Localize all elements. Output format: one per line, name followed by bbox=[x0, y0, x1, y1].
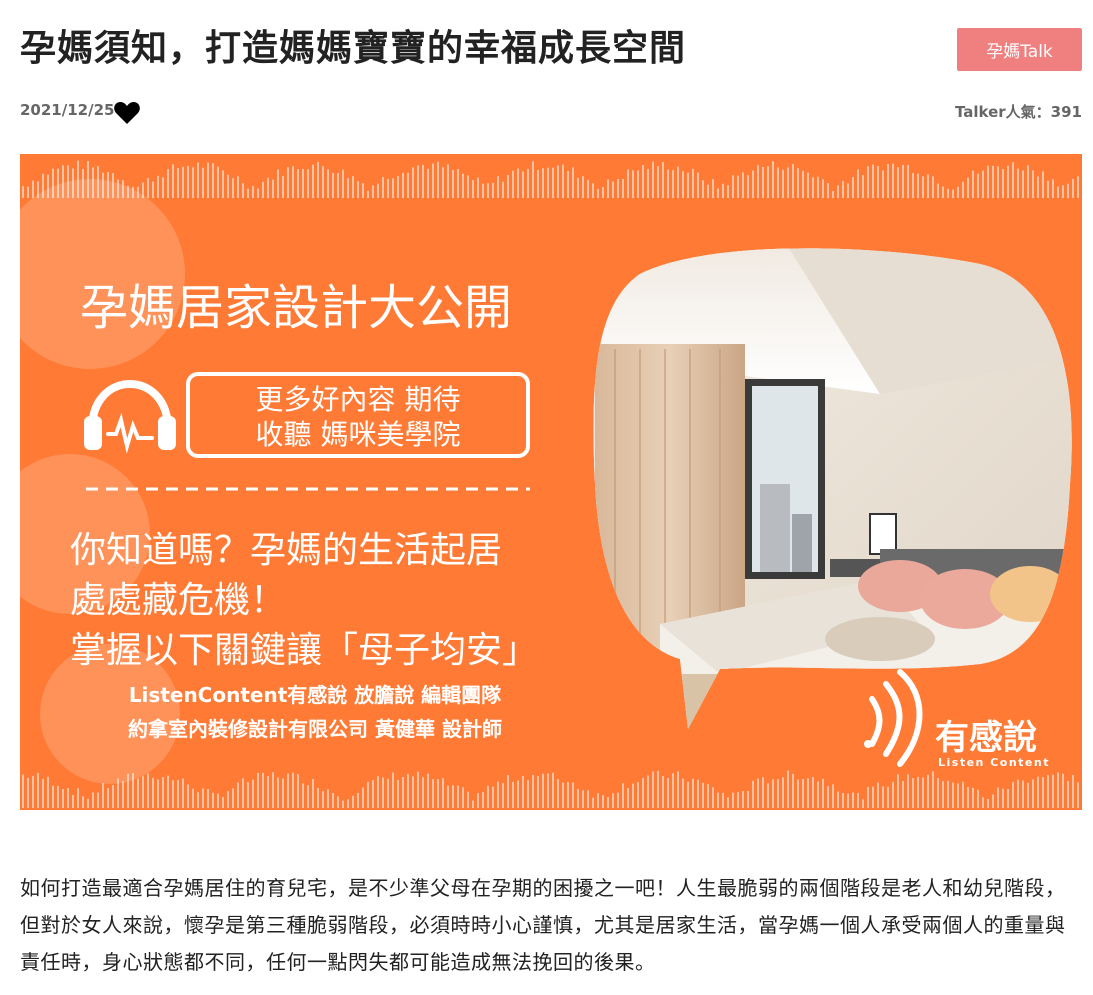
logo-text: 有感說 bbox=[935, 718, 1037, 758]
banner-credit-line-2: 約拿室內裝修設計有限公司 黃健華 設計師 bbox=[128, 717, 502, 741]
banner-credit-line-1: ListenContent有感說 放膽說 編輯團隊 bbox=[129, 683, 502, 707]
logo-subtitle: Listen Content bbox=[938, 756, 1050, 769]
category-tag-button[interactable]: 孕媽Talk bbox=[957, 28, 1082, 71]
article-date: 2021/12/25 bbox=[20, 101, 115, 119]
article-banner-image: 孕媽居家設計大公開 更多好內容 期待 收聽 媽咪美學院 你知道嗎？孕媽的生活起居… bbox=[20, 154, 1082, 810]
article-body-paragraph: 如何打造最適合孕媽居住的育兒宅，是不少準父母在孕期的困擾之一吧！人生最脆弱的兩個… bbox=[20, 876, 1066, 974]
banner-question-line-1: 你知道嗎？孕媽的生活起居 bbox=[70, 530, 502, 571]
article-title: 孕媽須知，打造媽媽寶寶的幸福成長空間 bbox=[20, 28, 687, 69]
banner-headline: 孕媽居家設計大公開 bbox=[80, 280, 512, 336]
banner-box-line-1: 更多好內容 期待 bbox=[256, 383, 461, 416]
banner-question-line-2: 處處藏危機！ bbox=[70, 580, 286, 621]
banner-box-line-2: 收聽 媽咪美學院 bbox=[256, 418, 461, 451]
heart-icon[interactable] bbox=[113, 100, 141, 126]
banner-question-line-3: 掌握以下關鍵讓「母子均安」 bbox=[70, 630, 538, 671]
popularity-counter: Talker人氣：391 bbox=[954, 103, 1082, 121]
